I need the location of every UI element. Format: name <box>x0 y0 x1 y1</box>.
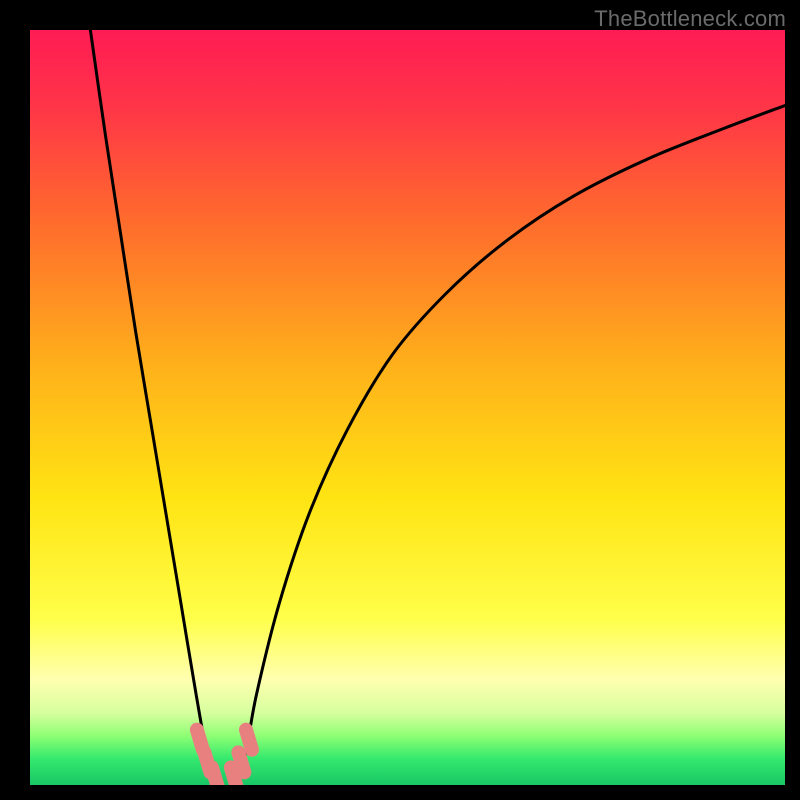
plot-area <box>30 30 785 785</box>
watermark-text: TheBottleneck.com <box>594 6 786 32</box>
marker-dot <box>246 730 252 750</box>
flat-bottom-markers <box>197 730 252 785</box>
chart-frame: TheBottleneck.com <box>0 0 800 800</box>
curve-layer <box>30 30 785 785</box>
marker-dot <box>231 767 237 785</box>
marker-dot <box>238 752 244 772</box>
bottleneck-curve <box>90 30 785 785</box>
marker-dot <box>212 767 218 785</box>
